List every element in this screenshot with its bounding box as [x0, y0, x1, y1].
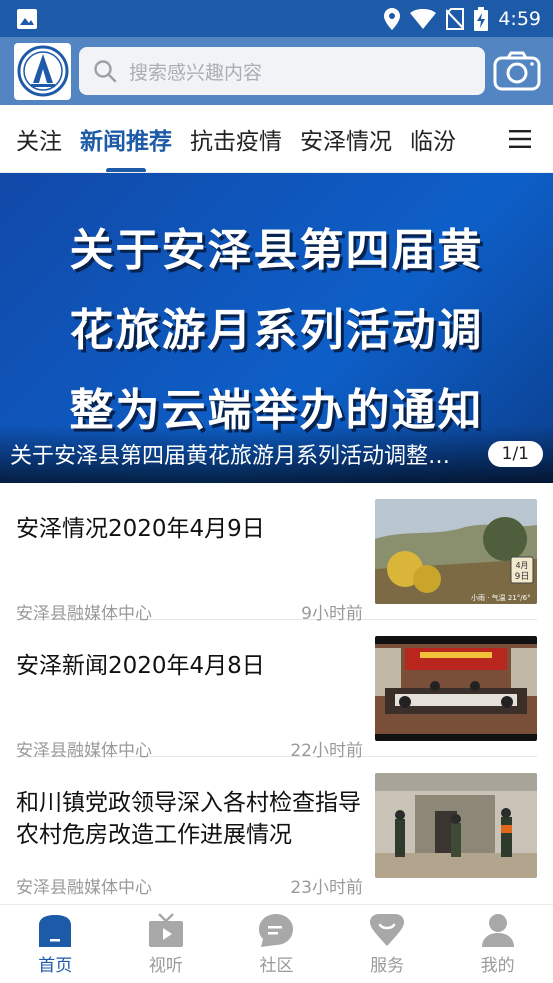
battery-charging-icon: [474, 6, 489, 31]
news-title: 和川镇党政领导深入各村检查指导农村危房改造工作进展情况: [16, 790, 361, 848]
nav-label: 服务: [370, 955, 405, 976]
app-header: 搜索感兴趣内容: [0, 37, 553, 105]
news-item[interactable]: 安泽新闻2020年4月8日 安泽县融媒体中心 22小时前: [16, 620, 537, 761]
news-thumbnail: 4月 9日 小雨 · 气温 21°/6°: [375, 499, 537, 604]
nav-home[interactable]: 首页: [0, 905, 111, 983]
tab-follow[interactable]: 关注: [16, 122, 62, 156]
no-sim-icon: [446, 7, 465, 30]
banner-line: 花旅游月系列活动调: [69, 305, 484, 356]
news-item[interactable]: 安泽情况2020年4月9日 安泽县融媒体中心 9小时前 4月 9日 小雨 · 气…: [16, 483, 537, 624]
image-notification-icon: [17, 8, 37, 29]
user-icon: [481, 913, 514, 947]
status-bar: 4:59: [0, 0, 553, 37]
landscape-photo: 4月 9日 小雨 · 气温 21°/6°: [375, 499, 537, 604]
svg-text:小雨 · 气温 21°/6°: 小雨 · 气温 21°/6°: [471, 593, 531, 602]
status-time: 4:59: [498, 7, 541, 30]
nav-audio-video[interactable]: 视听: [111, 905, 222, 983]
wifi-icon: [410, 8, 437, 29]
app-logo[interactable]: [14, 42, 71, 100]
status-icons: 4:59: [384, 6, 541, 31]
news-title: 安泽情况2020年4月9日: [16, 516, 265, 542]
nav-mine[interactable]: 我的: [442, 905, 553, 983]
banner-page-indicator: 1/1: [487, 441, 543, 467]
tab-news-recommend[interactable]: 新闻推荐: [80, 122, 172, 172]
search-box[interactable]: 搜索感兴趣内容: [79, 47, 485, 95]
tv-icon: [148, 912, 183, 947]
search-placeholder: 搜索感兴趣内容: [129, 61, 263, 84]
nav-services[interactable]: 服务: [332, 905, 443, 983]
tab-anze-situation[interactable]: 安泽情况: [300, 122, 392, 156]
news-text: 和川镇党政领导深入各村检查指导农村危房改造工作进展情况 安泽县融媒体中心 23小…: [16, 787, 375, 898]
svg-text:9日: 9日: [515, 571, 530, 582]
news-text: 安泽新闻2020年4月8日 安泽县融媒体中心 22小时前: [16, 650, 375, 761]
banner-line: 关于安泽县第四届黄: [69, 225, 484, 276]
village-inspection-photo: [375, 773, 537, 878]
news-source: 安泽县融媒体中心: [16, 878, 152, 898]
chat-icon: [259, 913, 294, 947]
tab-fight-epidemic[interactable]: 抗击疫情: [190, 122, 282, 156]
news-time: 23小时前: [290, 878, 363, 898]
banner-caption-bar: 关于安泽县第四届黄花旅游月系列活动调整为云端举办的通知 1/1: [0, 425, 553, 483]
bottom-nav: 首页 视听 社区 服务 我的: [0, 904, 553, 983]
news-list: 安泽情况2020年4月9日 安泽县融媒体中心 9小时前 4月 9日 小雨 · 气…: [0, 483, 553, 898]
tab-linfen[interactable]: 临汾: [410, 122, 456, 156]
headline-banner[interactable]: 关于安泽县第四届黄 花旅游月系列活动调 整为云端举办的通知 关于安泽县第四届黄花…: [0, 173, 553, 483]
location-icon: [384, 7, 401, 30]
camera-button[interactable]: [493, 47, 541, 95]
news-thumbnail: [375, 773, 537, 878]
nav-label: 首页: [38, 955, 73, 976]
menu-icon[interactable]: [509, 130, 531, 148]
nav-community[interactable]: 社区: [221, 905, 332, 983]
search-icon: [94, 60, 117, 83]
tabs-menu-area: [463, 105, 553, 172]
banner-headline: 关于安泽县第四届黄 花旅游月系列活动调 整为云端举办的通知: [0, 211, 553, 451]
news-item[interactable]: 和川镇党政领导深入各村检查指导农村危房改造工作进展情况 安泽县融媒体中心 23小…: [16, 757, 537, 898]
nav-label: 我的: [480, 955, 515, 976]
banner-caption: 关于安泽县第四届黄花旅游月系列活动调整为云端举办的通知: [10, 444, 468, 469]
channel-tabs: 关注 新闻推荐 抗击疫情 安泽情况 临汾: [0, 105, 553, 173]
news-meta: 安泽县融媒体中心 23小时前: [16, 873, 363, 898]
news-thumbnail: [375, 636, 537, 741]
news-title: 安泽新闻2020年4月8日: [16, 653, 265, 679]
meeting-photo: [375, 636, 537, 741]
nav-label: 社区: [259, 955, 294, 976]
county-emblem-icon: [17, 45, 68, 97]
heart-icon: [370, 913, 405, 946]
home-icon: [39, 914, 72, 947]
svg-text:4月: 4月: [515, 561, 528, 570]
news-text: 安泽情况2020年4月9日 安泽县融媒体中心 9小时前: [16, 513, 375, 624]
camera-icon: [493, 51, 541, 91]
nav-label: 视听: [148, 955, 183, 976]
